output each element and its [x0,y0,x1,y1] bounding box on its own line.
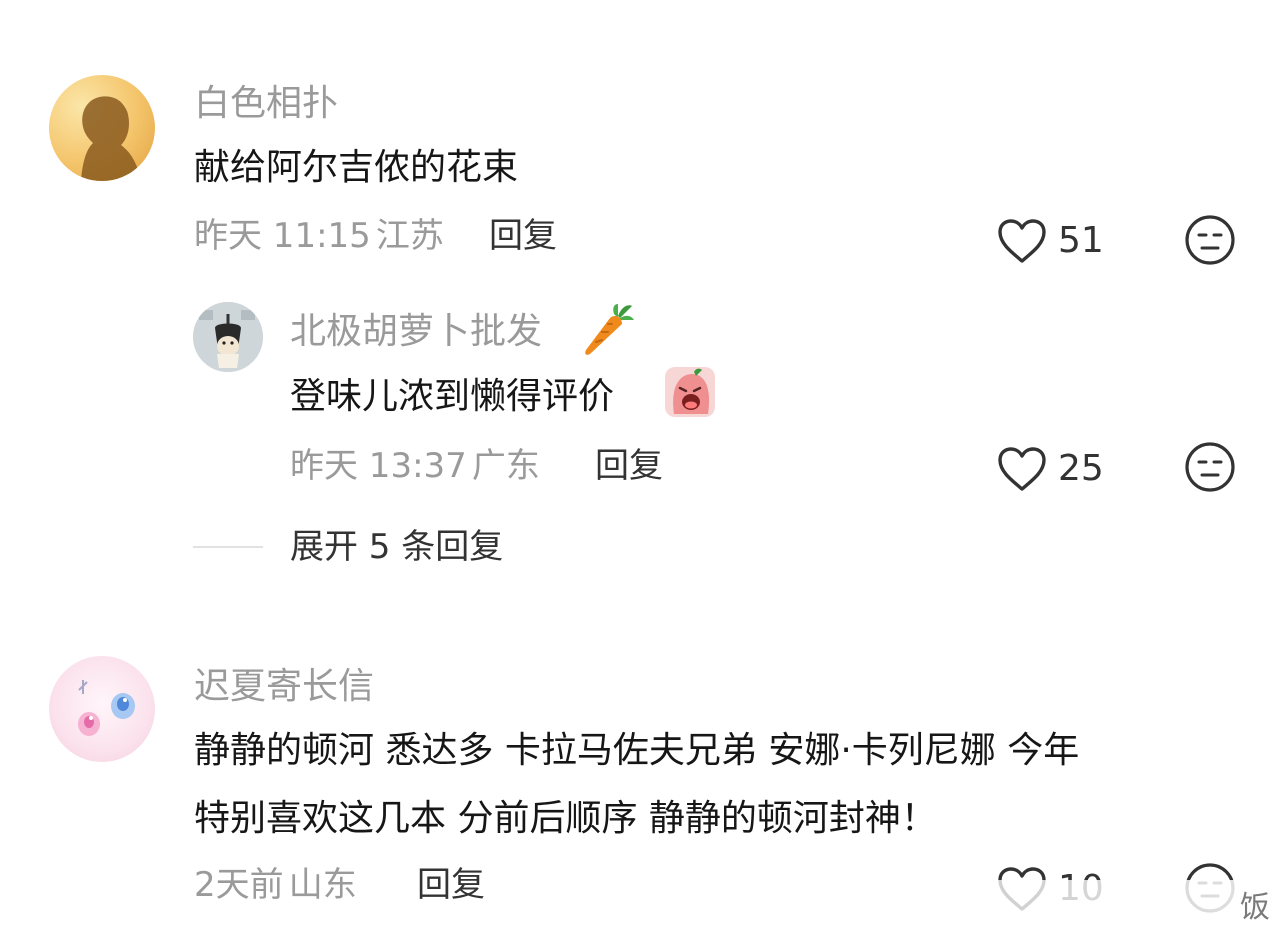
reply-text: 登味儿浓到懒得评价 [290,376,615,417]
reply-button[interactable]: 回复 [417,865,485,905]
like-count: 51 [1058,220,1104,261]
heart-icon[interactable] [996,446,1048,492]
watermark-text: 饭 [1240,890,1270,925]
avatar[interactable] [49,656,155,762]
comment-time: 昨天 11:15 [194,216,371,256]
comment-time: 2天前 [194,865,284,905]
comment-location: 山东 [288,865,357,905]
expand-divider [193,546,263,548]
comment-text-line-2: 特别喜欢这几本 分前后顺序 静静的顿河封神！ [194,798,937,839]
carrot-icon [582,302,636,358]
expand-replies-button[interactable]: 展开 5 条回复 [290,527,503,567]
like-count: 25 [1058,448,1104,489]
reply-button[interactable]: 回复 [595,446,663,486]
heart-icon[interactable] [996,218,1048,264]
comment-text-line-1: 静静的顿河 悉达多 卡拉马佐夫兄弟 安娜·卡列尼娜 今年 [194,730,1080,771]
dislike-face-icon[interactable] [1184,214,1236,266]
reply-meta: 昨天 13:37 广东 [290,446,540,486]
dislike-face-icon[interactable] [1184,441,1236,493]
comment-username[interactable]: 白色相扑 [194,82,338,126]
comment-meta: 昨天 11:15 江苏 [194,216,444,256]
reply-button[interactable]: 回复 [489,216,557,256]
reply-location: 广东 [471,446,540,486]
disgust-emoji-icon [664,366,716,418]
avatar[interactable] [193,302,263,372]
comment-meta: 2天前 山东 [194,865,357,905]
reply-username[interactable]: 北极胡萝卜批发 [290,310,542,354]
comment-location: 江苏 [375,216,444,256]
reply-time: 昨天 13:37 [290,446,467,486]
comment-text: 献给阿尔吉侬的花束 [194,147,519,188]
avatar[interactable] [49,75,155,181]
comment-username[interactable]: 迟夏寄长信 [194,665,374,709]
watermark-overlay [860,880,1280,938]
